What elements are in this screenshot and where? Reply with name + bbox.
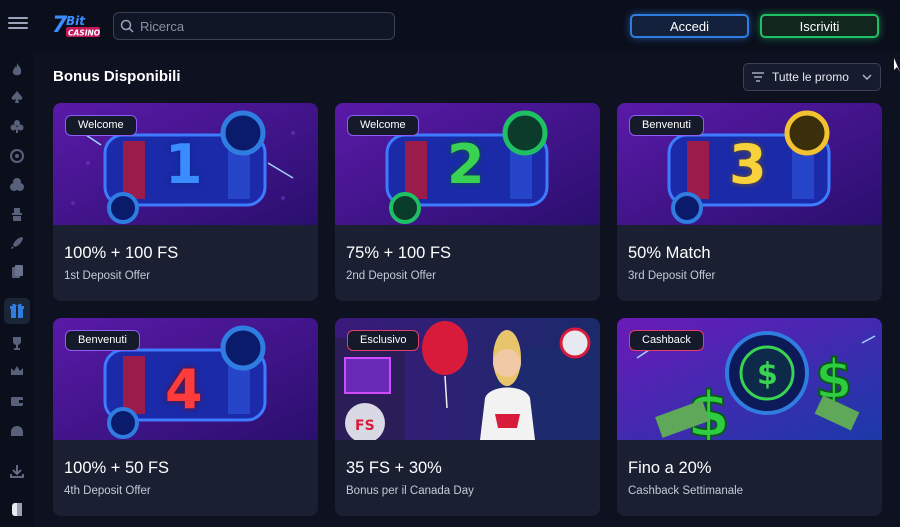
promo-badge: Benvenuti <box>65 330 140 351</box>
search-icon <box>120 19 134 33</box>
promo-card[interactable]: $ $ $ Cashback Fino a 20% Cashback Setti… <box>617 318 882 516</box>
banner-digit: 2 <box>447 133 485 196</box>
banner-digit: 3 <box>729 133 767 196</box>
promo-badge: Benvenuti <box>629 115 704 136</box>
promo-card[interactable]: 1 Welcome 100% + 100 FS 1st Deposit Offe… <box>53 103 318 301</box>
sidebar <box>0 52 34 527</box>
casino-logo[interactable]: 7 Bit CASINO <box>52 10 102 42</box>
promo-subtitle: Cashback Settimanale <box>628 485 744 497</box>
flame-icon[interactable] <box>9 62 25 78</box>
promo-subtitle: 1st Deposit Offer <box>64 270 151 282</box>
banner-digit: 1 <box>165 133 203 196</box>
roulette-icon[interactable] <box>9 148 25 164</box>
wallet-icon[interactable] <box>9 393 25 409</box>
promo-card[interactable]: 3 Benvenuti 50% Match 3rd Deposit Offer <box>617 103 882 301</box>
promo-title: 35 FS + 30% <box>346 459 442 477</box>
promo-subtitle: 4th Deposit Offer <box>64 485 151 497</box>
promo-card[interactable]: 2 Welcome 75% + 100 FS 2nd Deposit Offer <box>335 103 600 301</box>
promo-title: 100% + 50 FS <box>64 459 170 477</box>
login-button[interactable]: Accedi <box>630 14 749 38</box>
signup-button[interactable]: Iscriviti <box>760 14 879 38</box>
search-box[interactable] <box>113 12 395 40</box>
promo-badge: Esclusivo <box>347 330 420 351</box>
svg-text:Bit: Bit <box>66 14 86 28</box>
svg-text:CASINO: CASINO <box>68 29 101 38</box>
promo-filter-dropdown[interactable]: Tutte le promo <box>743 63 881 91</box>
banner-digit: 4 <box>165 358 203 421</box>
filter-icon <box>752 72 764 82</box>
promo-badge: Cashback <box>629 330 704 351</box>
promo-badge: Welcome <box>65 115 137 136</box>
promo-subtitle: Bonus per il Canada Day <box>346 485 474 497</box>
svg-text:$: $ <box>757 357 778 392</box>
search-input[interactable] <box>140 18 380 34</box>
chat-icon[interactable] <box>9 423 25 439</box>
mouse-cursor-icon <box>894 58 900 72</box>
club-icon[interactable] <box>9 118 25 134</box>
promo-card[interactable]: FS Esclusivo 35 FS + 30% Bonus per il Ca… <box>335 318 600 516</box>
promo-title: 100% + 100 FS <box>64 244 179 262</box>
top-bar: 7 Bit CASINO Accedi Iscriviti <box>0 0 900 52</box>
gift-icon[interactable] <box>4 298 30 324</box>
promo-badge: Welcome <box>347 115 419 136</box>
dice-icon[interactable] <box>9 177 25 193</box>
promo-title: 75% + 100 FS <box>346 244 452 262</box>
hamburger-menu-icon[interactable] <box>8 14 28 34</box>
avatar-icon[interactable] <box>9 501 25 517</box>
promo-title: Fino a 20% <box>628 459 712 477</box>
spade-icon[interactable] <box>9 89 25 105</box>
crown-icon[interactable] <box>9 363 25 379</box>
promo-card[interactable]: 4 Benvenuti 100% + 50 FS 4th Deposit Off… <box>53 318 318 516</box>
download-icon[interactable] <box>9 463 25 479</box>
page-title: Bonus Disponibili <box>53 68 181 85</box>
svg-text:FS: FS <box>355 418 375 434</box>
promo-subtitle: 2nd Deposit Offer <box>346 270 436 282</box>
promo-subtitle: 3rd Deposit Offer <box>628 270 716 282</box>
rocket-icon[interactable] <box>9 235 25 251</box>
promo-title: 50% Match <box>628 244 711 262</box>
filter-label: Tutte le promo <box>772 70 849 84</box>
dealer-icon[interactable] <box>9 206 25 222</box>
chevron-down-icon <box>862 74 872 81</box>
trophy-icon[interactable] <box>9 335 25 351</box>
cards-icon[interactable] <box>9 264 25 280</box>
